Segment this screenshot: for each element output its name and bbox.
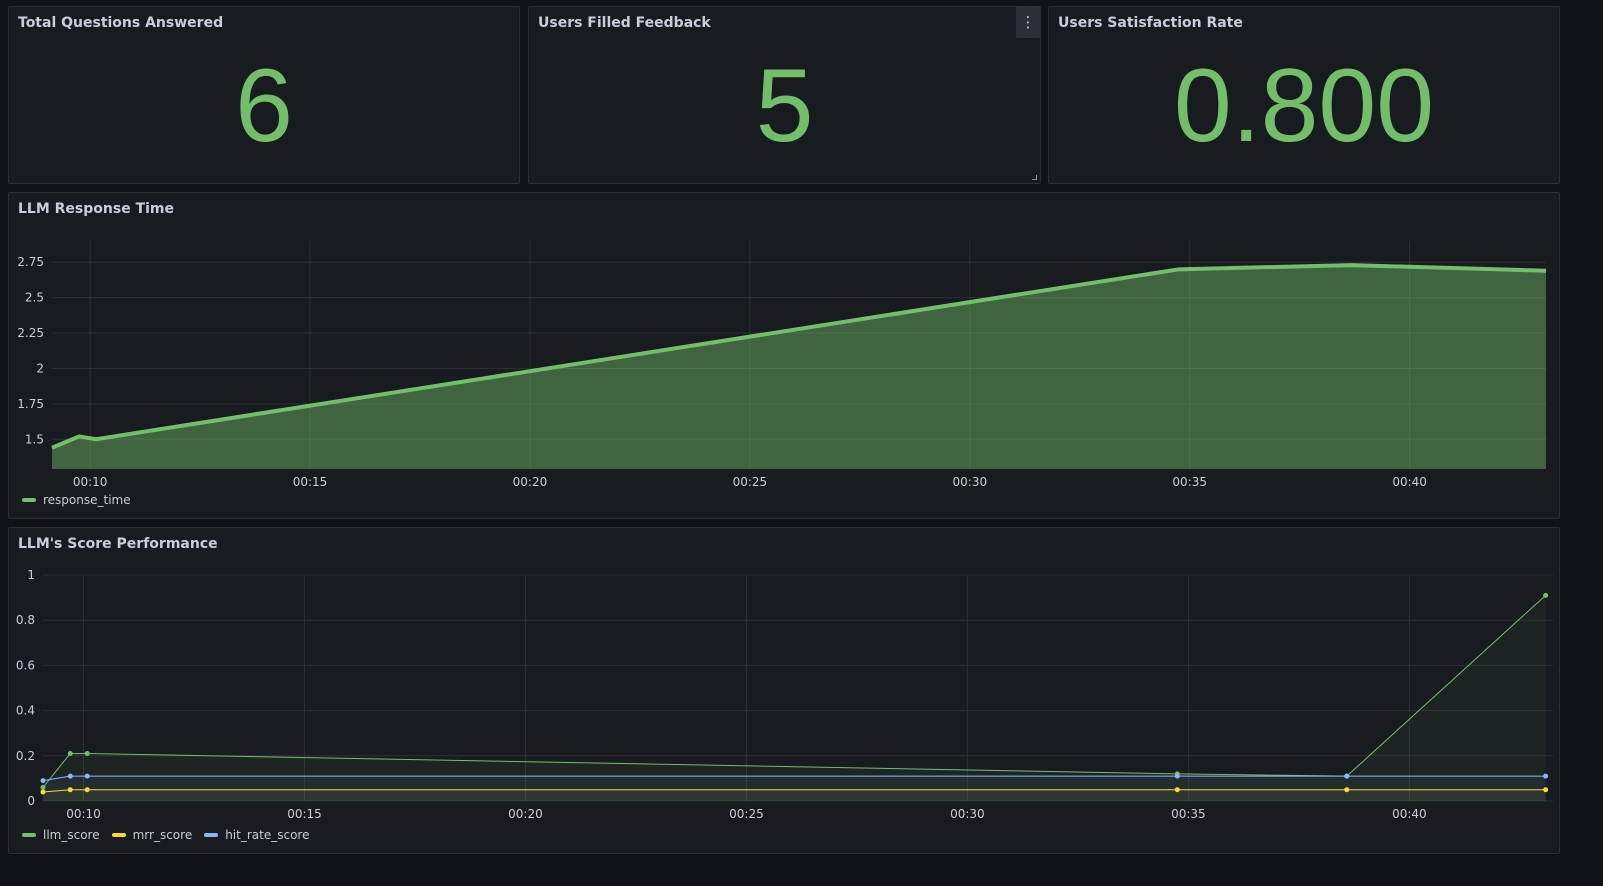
y-tick-label: 2.25 xyxy=(17,326,44,340)
legend-swatch xyxy=(22,833,36,837)
legend-item-llm-score[interactable]: llm_score xyxy=(22,828,100,842)
y-tick-label: 0.6 xyxy=(16,658,35,672)
x-tick-label: 00:35 xyxy=(1171,807,1206,821)
chart-legend: response_time xyxy=(22,493,131,507)
stat-panel-total-questions[interactable]: Total Questions Answered 6 xyxy=(8,6,520,184)
panel-title: Users Filled Feedback xyxy=(538,15,711,31)
data-point-llm-score xyxy=(1543,592,1549,598)
data-point-hit-rate-score xyxy=(84,773,90,779)
resize-handle-icon[interactable] xyxy=(1032,175,1037,180)
y-tick-label: 1.5 xyxy=(25,432,44,446)
y-tick-label: 1 xyxy=(27,568,35,582)
x-tick-label: 00:30 xyxy=(950,807,985,821)
score-performance-chart[interactable]: 0 0.2 0.4 0.6 0.8 1 00:10 00:15 00:20 00:25 00:30 0… xyxy=(9,528,1561,855)
panel-title: Total Questions Answered xyxy=(18,15,224,31)
legend-label: hit_rate_score xyxy=(225,828,310,842)
data-point-hit-rate-score xyxy=(67,773,73,779)
stat-value: 0.800 xyxy=(1173,48,1435,164)
data-point-hit-rate-score xyxy=(1344,773,1350,779)
legend-swatch xyxy=(22,498,36,502)
x-tick-label: 00:15 xyxy=(287,807,322,821)
data-point-llm-score xyxy=(84,751,90,757)
legend-label: llm_score xyxy=(43,828,100,842)
data-point-llm-score xyxy=(67,751,73,757)
legend-label: mrr_score xyxy=(132,828,193,842)
y-tick-label: 1.75 xyxy=(17,397,44,411)
response-time-chart[interactable]: 1.5 1.75 2 2.25 2.5 2.75 00:10 00:15 00:20 00:25 0… xyxy=(9,193,1561,520)
y-tick-label: 2.5 xyxy=(25,291,44,305)
data-point-hit-rate-score xyxy=(1174,773,1180,779)
stat-value: 6 xyxy=(235,48,293,164)
series-area-llm-score xyxy=(43,595,1546,801)
stat-panel-users-feedback[interactable]: Users Filled Feedback ⋮ 5 xyxy=(528,6,1041,184)
x-tick-label: 00:20 xyxy=(508,807,543,821)
x-tick-label: 00:35 xyxy=(1172,475,1207,489)
y-tick-label: 0 xyxy=(27,794,35,808)
data-point-hit-rate-score xyxy=(1543,773,1549,779)
panel-title: Users Satisfaction Rate xyxy=(1058,15,1243,31)
chart-legend: llm_score mrr_score hit_rate_score xyxy=(22,828,309,842)
x-tick-label: 00:10 xyxy=(66,807,101,821)
stat-panel-satisfaction-rate[interactable]: Users Satisfaction Rate 0.800 xyxy=(1048,6,1560,184)
x-tick-label: 00:30 xyxy=(953,475,988,489)
legend-swatch xyxy=(111,833,126,837)
x-tick-label: 00:15 xyxy=(293,475,328,489)
y-tick-label: 0.4 xyxy=(16,704,35,718)
y-tick-label: 0.2 xyxy=(16,749,35,763)
x-tick-label: 00:40 xyxy=(1392,807,1427,821)
legend-swatch xyxy=(204,833,219,837)
kebab-menu-icon: ⋮ xyxy=(1020,13,1036,31)
x-tick-label: 00:25 xyxy=(729,807,764,821)
x-tick-label: 00:40 xyxy=(1392,475,1427,489)
x-tick-label: 00:20 xyxy=(513,475,548,489)
chart-panel-response-time[interactable]: LLM Response Time 1.5 1.75 2 2.25 2.5 2.75 00:… xyxy=(8,192,1560,519)
legend-item-mrr-score[interactable]: mrr_score xyxy=(111,828,193,842)
legend-item-hit-rate-score[interactable]: hit_rate_score xyxy=(204,828,309,842)
series-area-response-time xyxy=(52,265,1546,469)
x-tick-label: 00:25 xyxy=(733,475,768,489)
series-area-hit-rate-score xyxy=(43,776,1546,801)
chart-panel-score-performance[interactable]: LLM's Score Performance 0 0.2 0.4 0.6 0.8 1 00… xyxy=(8,527,1560,854)
y-tick-label: 2.75 xyxy=(17,255,44,269)
panel-menu-button[interactable]: ⋮ xyxy=(1016,7,1040,38)
stat-value: 5 xyxy=(755,48,814,164)
legend-item-response-time[interactable]: response_time xyxy=(22,493,131,507)
y-tick-label: 2 xyxy=(36,361,44,375)
y-tick-label: 0.8 xyxy=(16,613,35,627)
data-point-hit-rate-score xyxy=(40,778,46,784)
legend-label: response_time xyxy=(43,493,131,507)
x-tick-label: 00:10 xyxy=(73,475,108,489)
